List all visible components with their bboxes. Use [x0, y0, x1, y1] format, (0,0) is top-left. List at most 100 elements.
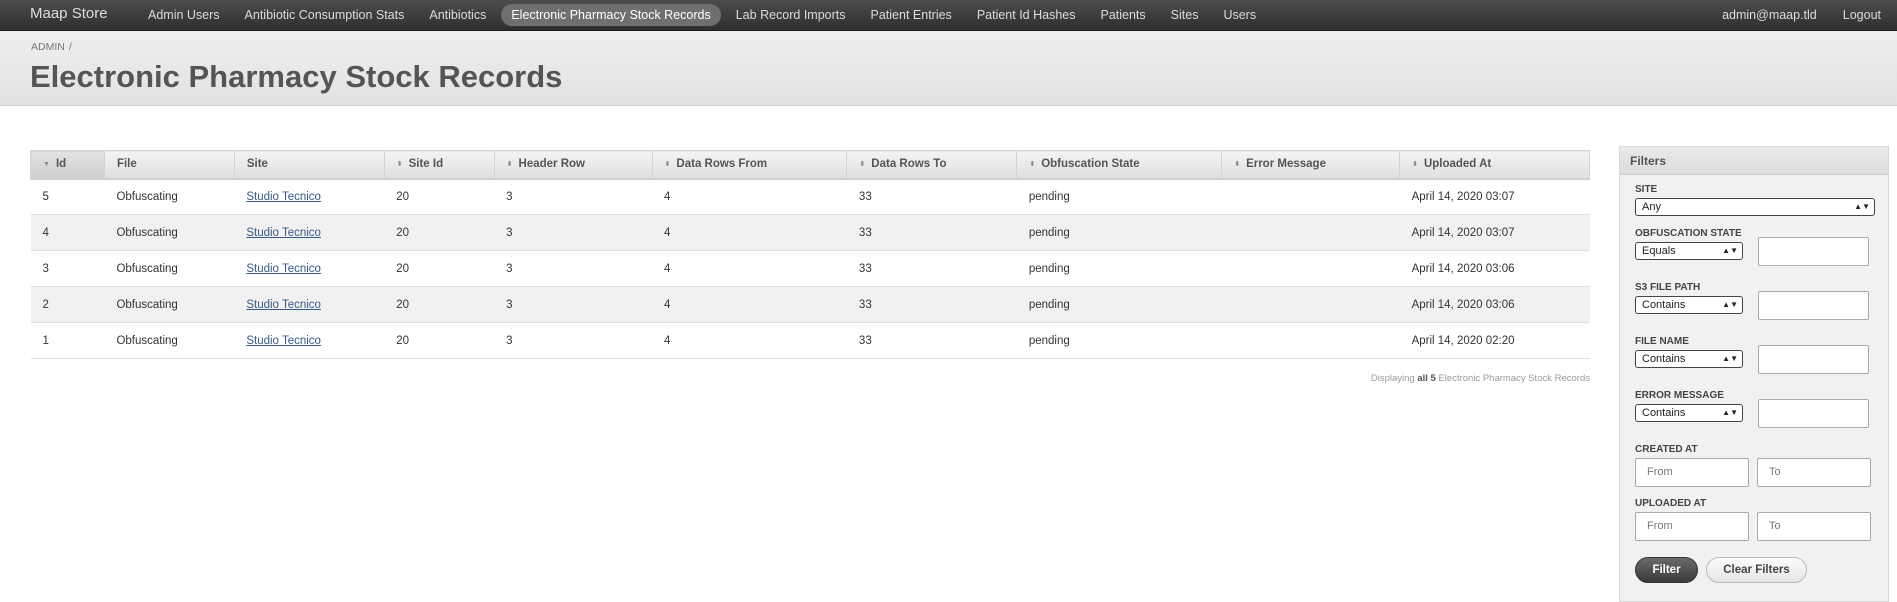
nav-item-patient-entries[interactable]: Patient Entries [861, 4, 962, 26]
cell-uploaded-at: April 14, 2020 03:07 [1399, 178, 1590, 215]
cell-file: Obfuscating [104, 178, 235, 215]
nav-item-patients[interactable]: Patients [1090, 4, 1155, 26]
filter-error-message-input[interactable] [1758, 399, 1869, 428]
cell-file: Obfuscating [104, 214, 235, 251]
site-link[interactable]: Studio Tecnico [246, 335, 321, 347]
nav-item-admin-users[interactable]: Admin Users [138, 4, 230, 26]
column-header-error-message[interactable]: ⬍ Error Message [1221, 150, 1401, 180]
column-header-site-id[interactable]: ⬍ Site Id [383, 150, 495, 180]
cell-file: Obfuscating [104, 286, 235, 323]
site-link[interactable]: Studio Tecnico [246, 263, 321, 275]
cell-obfuscation-state: pending [1016, 178, 1222, 215]
sort-icon: ⬍ [396, 161, 403, 169]
site-link[interactable]: Studio Tecnico [246, 191, 321, 203]
column-header-header-row[interactable]: ⬍ Header Row [493, 150, 653, 180]
select-arrows-icon: ▲▼ [1722, 354, 1738, 363]
cell-site-id: 20 [384, 178, 495, 215]
sort-icon: ⬍ [506, 161, 513, 169]
cell-obfuscation-state: pending [1016, 214, 1222, 251]
breadcrumb: ADMIN / [31, 41, 72, 53]
filter-obfuscation-state-label: OBFUSCATION STATE [1635, 228, 1742, 239]
cell-file: Obfuscating [104, 322, 235, 359]
column-header-obfuscation-state[interactable]: ⬍ Obfuscation State [1016, 150, 1223, 180]
cell-uploaded-at: April 14, 2020 02:20 [1399, 322, 1590, 359]
table-row: 5 Obfuscating Studio Tecnico 20 3 4 33 p… [30, 178, 1590, 215]
cell-error-message [1221, 214, 1400, 251]
column-label: Data Rows From [676, 158, 768, 171]
cell-header-row: 3 [494, 214, 653, 251]
cell-id: 4 [30, 214, 105, 251]
nav-item-lab-record-imports[interactable]: Lab Record Imports [726, 4, 856, 26]
site-link[interactable]: Studio Tecnico [246, 227, 321, 239]
nav-item-sites[interactable]: Sites [1161, 4, 1209, 26]
filter-button[interactable]: Filter [1635, 557, 1698, 583]
column-header-data-rows-from[interactable]: ⬍ Data Rows From [651, 150, 848, 180]
column-label: Uploaded At [1423, 158, 1492, 171]
cell-error-message [1221, 286, 1400, 323]
filter-uploaded-at-to[interactable]: To [1757, 512, 1871, 541]
filter-created-at-to[interactable]: To [1757, 458, 1871, 487]
column-label: Error Message [1246, 158, 1326, 171]
filter-uploaded-at-from[interactable]: From [1635, 512, 1749, 541]
cell-data-rows-from: 4 [652, 178, 847, 215]
column-header-data-rows-to[interactable]: ⬍ Data Rows To [846, 150, 1018, 180]
nav-item-electronic-pharmacy-stock-records[interactable]: Electronic Pharmacy Stock Records [501, 4, 721, 26]
column-header-site[interactable]: Site [233, 150, 385, 180]
nav-item-users[interactable]: Users [1213, 4, 1266, 26]
nav-item-antibiotics[interactable]: Antibiotics [419, 4, 496, 26]
cell-uploaded-at: April 14, 2020 03:07 [1399, 214, 1590, 251]
filter-obfuscation-state-operator[interactable]: Equals ▲▼ [1635, 242, 1743, 260]
brand-logo[interactable]: Maap Store [30, 5, 108, 22]
cell-site-id: 20 [384, 214, 495, 251]
cell-error-message [1221, 178, 1400, 215]
filter-site-select[interactable]: Any ▲▼ [1635, 198, 1875, 216]
table-row: 1 Obfuscating Studio Tecnico 20 3 4 33 p… [30, 322, 1590, 359]
logout-link[interactable]: Logout [1833, 4, 1891, 26]
filter-created-at-from[interactable]: From [1635, 458, 1749, 487]
column-header-id[interactable]: ▼ Id [30, 150, 105, 180]
table-row: 2 Obfuscating Studio Tecnico 20 3 4 33 p… [30, 286, 1590, 323]
breadcrumb-admin[interactable]: ADMIN [31, 41, 65, 53]
cell-data-rows-from: 4 [652, 322, 847, 359]
filter-s3-file-path-input[interactable] [1758, 291, 1869, 320]
cell-id: 3 [30, 250, 105, 287]
cell-header-row: 3 [494, 322, 653, 359]
cell-data-rows-from: 4 [652, 286, 847, 323]
cell-data-rows-from: 4 [652, 214, 847, 251]
user-nav: admin@maap.tld Logout [1712, 4, 1897, 26]
filter-site-label: SITE [1635, 184, 1658, 195]
cell-data-rows-to: 33 [846, 214, 1017, 251]
column-header-file[interactable]: File [103, 150, 235, 180]
column-label: Header Row [518, 158, 585, 171]
cell-site: Studio Tecnico [234, 178, 385, 215]
title-bar: ADMIN / Electronic Pharmacy Stock Records [0, 31, 1897, 106]
filter-file-name-label: FILE NAME [1635, 336, 1689, 347]
cell-data-rows-from: 4 [652, 250, 847, 287]
cell-uploaded-at: April 14, 2020 03:06 [1399, 250, 1590, 287]
column-label: Site Id [408, 158, 444, 171]
cell-error-message [1221, 250, 1400, 287]
cell-data-rows-to: 33 [846, 178, 1017, 215]
records-table-container: ▼ Id File Site ⬍ Site Id ⬍ Header Row ⬍ Data… [30, 150, 1590, 384]
filter-site-value: Any [1642, 201, 1661, 213]
filter-file-name-input[interactable] [1758, 345, 1869, 374]
select-arrows-icon: ▲▼ [1854, 202, 1870, 211]
filter-created-at-label: CREATED AT [1635, 444, 1698, 455]
filter-error-message-operator[interactable]: Contains ▲▼ [1635, 404, 1743, 422]
clear-filters-button[interactable]: Clear Filters [1706, 557, 1807, 583]
filter-s3-file-path-operator[interactable]: Contains ▲▼ [1635, 296, 1743, 314]
sort-icon: ⬍ [1412, 161, 1418, 169]
current-user-link[interactable]: admin@maap.tld [1712, 4, 1827, 26]
nav-item-antibiotic-consumption-stats[interactable]: Antibiotic Consumption Stats [235, 4, 415, 26]
main-nav: Admin Users Antibiotic Consumption Stats… [138, 4, 1271, 26]
site-link[interactable]: Studio Tecnico [246, 299, 321, 311]
cell-uploaded-at: April 14, 2020 03:06 [1399, 286, 1590, 323]
cell-id: 1 [30, 322, 105, 359]
column-header-uploaded-at[interactable]: ⬍ Uploaded At [1399, 150, 1590, 180]
nav-item-patient-id-hashes[interactable]: Patient Id Hashes [967, 4, 1086, 26]
filter-file-name-operator[interactable]: Contains ▲▼ [1635, 350, 1743, 368]
filter-error-message-label: ERROR MESSAGE [1635, 390, 1724, 401]
filter-obfuscation-state-input[interactable] [1758, 237, 1869, 266]
operator-value: Contains [1642, 407, 1686, 419]
cell-data-rows-to: 33 [846, 286, 1017, 323]
